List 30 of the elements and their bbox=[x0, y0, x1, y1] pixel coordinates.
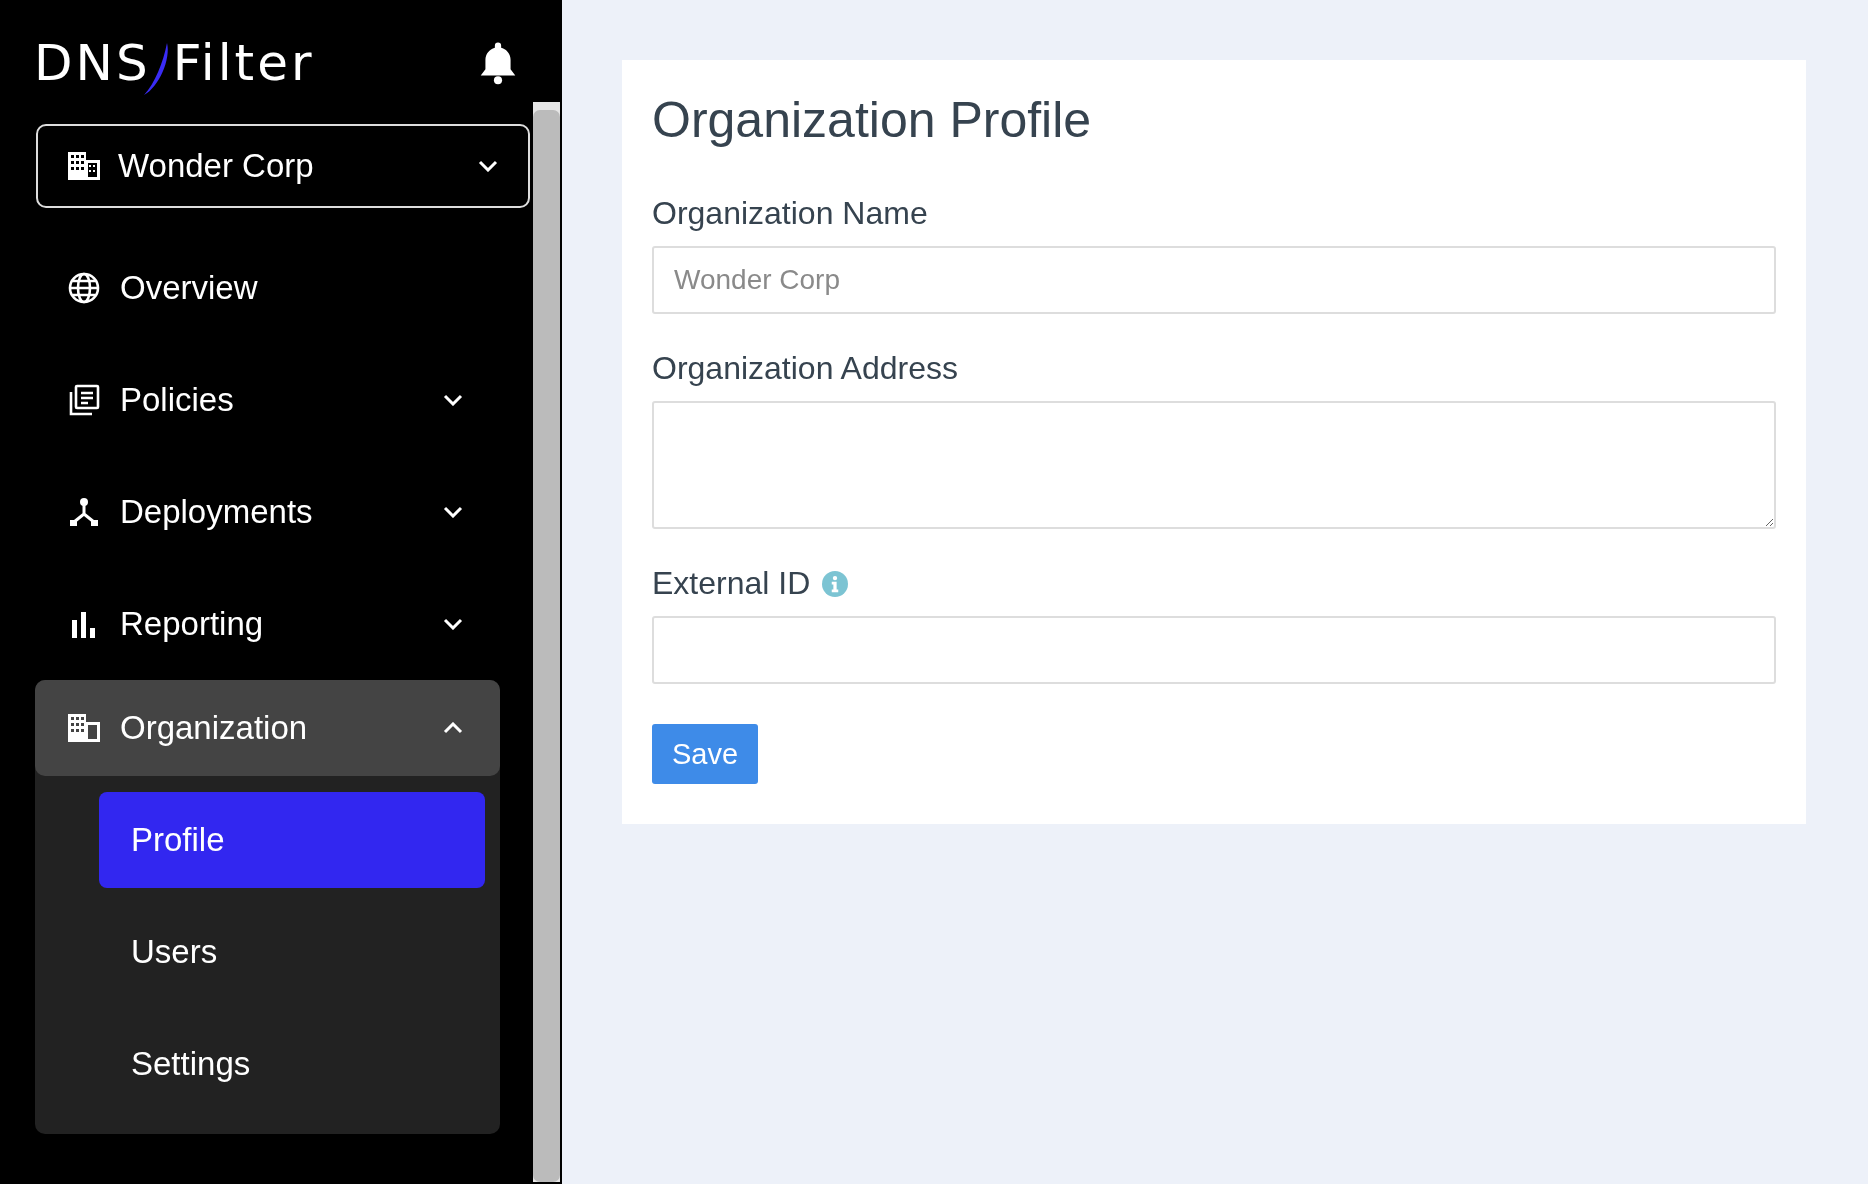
field-label: External ID bbox=[652, 565, 811, 602]
field-label: Organization Address bbox=[652, 350, 958, 387]
building-icon bbox=[68, 152, 100, 180]
chevron-down-icon bbox=[443, 506, 463, 518]
page-title: Organization Profile bbox=[652, 91, 1093, 149]
text-field[interactable]: Wonder Corp bbox=[652, 246, 1776, 314]
chevron-down-icon bbox=[443, 394, 463, 406]
building-icon bbox=[68, 714, 100, 742]
sidebar-item[interactable]: Deployments bbox=[35, 456, 500, 568]
submenu-item[interactable]: Settings bbox=[99, 1016, 485, 1112]
info-icon[interactable] bbox=[822, 570, 849, 597]
submenu-item[interactable]: Profile bbox=[99, 792, 485, 888]
bell-icon[interactable] bbox=[478, 41, 518, 85]
chevron-up-icon bbox=[443, 722, 463, 734]
sidebar-item[interactable]: Policies bbox=[35, 344, 500, 456]
network-icon bbox=[68, 496, 100, 528]
globe-icon bbox=[68, 272, 100, 304]
field-label: Organization Name bbox=[652, 195, 928, 232]
chevron-down-icon bbox=[443, 618, 463, 630]
logo-text: DNS bbox=[34, 34, 151, 92]
logo-text: Filter bbox=[172, 34, 315, 92]
sidebar-item[interactable]: Reporting bbox=[35, 568, 500, 680]
sidebar-item[interactable]: Organization bbox=[35, 680, 500, 776]
text-field[interactable] bbox=[652, 616, 1776, 684]
documents-icon bbox=[68, 384, 100, 416]
organization-selector[interactable]: Wonder Corp bbox=[36, 124, 530, 208]
sidebar-item[interactable]: Overview bbox=[35, 232, 500, 344]
text-area[interactable] bbox=[652, 401, 1776, 529]
submenu-item[interactable]: Users bbox=[99, 904, 485, 1000]
chevron-down-icon bbox=[478, 160, 498, 172]
